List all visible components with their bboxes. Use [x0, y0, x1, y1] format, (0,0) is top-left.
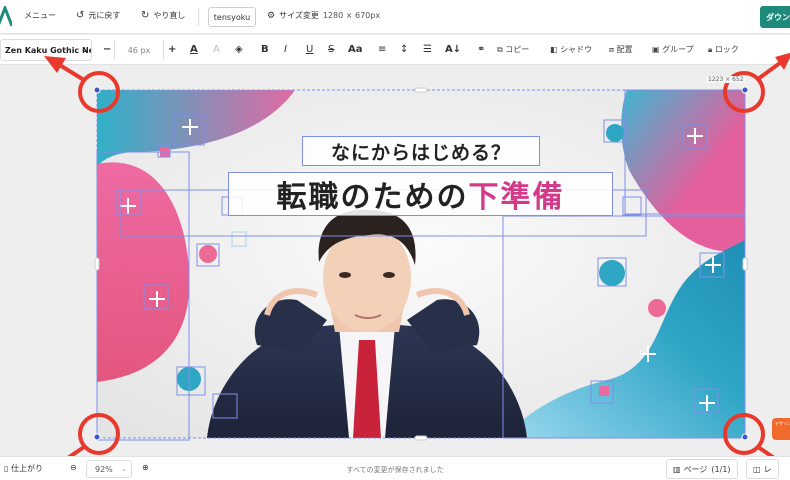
- font-family-select[interactable]: Zen Kaku Gothic Ne ⌄: [0, 39, 92, 61]
- resize-button[interactable]: ⚙ サイズ変更 1280 × 670px: [267, 10, 380, 21]
- strikethrough-icon[interactable]: S: [328, 43, 334, 57]
- chevron-down-icon: ⌄: [82, 46, 88, 54]
- fill-bucket-icon[interactable]: ◈: [235, 43, 243, 57]
- main-heading-pink: 下準備: [468, 180, 565, 215]
- link-icon[interactable]: ⚭: [477, 43, 485, 57]
- selection-size-readout: 1223 × 652: [706, 76, 746, 83]
- lock-button[interactable]: 🔒︎ ロック: [708, 44, 739, 55]
- top-bar: メニュー ↺ 元に戻す ↻ やり直し tensyoku ⚙ サイズ変更 1280…: [0, 0, 790, 34]
- redo-icon: ↻: [141, 10, 150, 21]
- subheading-text[interactable]: なにからはじめる？: [302, 136, 540, 166]
- main-heading-black: 転職のための: [276, 180, 469, 215]
- page-button[interactable]: ▥ ページ (1/1): [666, 459, 738, 479]
- italic-icon[interactable]: I: [284, 43, 287, 57]
- layers-icon: ◫: [753, 464, 761, 474]
- group-button[interactable]: ▣ グループ: [652, 44, 694, 55]
- arrange-button[interactable]: ⧈ 配置: [609, 44, 633, 55]
- list-icon[interactable]: ☰: [423, 43, 432, 57]
- shadow-button[interactable]: ◧ シャドウ: [550, 44, 592, 55]
- font-size-input[interactable]: 46 px: [114, 40, 164, 60]
- redo-button[interactable]: ↻ やり直し: [141, 10, 185, 21]
- project-name-field[interactable]: tensyoku: [208, 7, 256, 27]
- download-button[interactable]: ダウン: [760, 6, 790, 28]
- text-outline-icon[interactable]: A: [213, 43, 220, 57]
- shadow-icon: ◧: [550, 45, 558, 54]
- undo-icon: ↺: [76, 10, 85, 21]
- arrange-icon: ⧈: [609, 45, 615, 54]
- underline-icon[interactable]: U: [306, 43, 313, 57]
- letter-spacing-icon[interactable]: A↓: [445, 43, 461, 57]
- line-height-icon[interactable]: ↕: [400, 43, 408, 57]
- lock-icon: 🔒︎: [708, 45, 713, 54]
- menu-button[interactable]: メニュー: [24, 10, 56, 21]
- app-logo-icon[interactable]: [0, 6, 12, 28]
- book-icon: ▥: [673, 464, 681, 474]
- increase-size-icon[interactable]: +: [168, 43, 176, 57]
- design-badge[interactable]: デザイン: [772, 418, 790, 440]
- format-toolbar: Zen Kaku Gothic Ne ⌄ − 46 px + A A ◈ B I…: [0, 35, 790, 65]
- group-icon: ▣: [652, 45, 660, 54]
- bold-icon[interactable]: B: [261, 43, 269, 57]
- text-case-icon[interactable]: Aa: [348, 43, 363, 57]
- copy-icon: ⧉: [497, 45, 503, 54]
- divider: [198, 8, 199, 26]
- main-heading-text[interactable]: 転職のための 下準備: [228, 172, 613, 216]
- layer-button[interactable]: ◫ レ: [746, 459, 779, 479]
- copy-button[interactable]: ⧉ コピー: [497, 44, 529, 55]
- gear-icon: ⚙: [267, 10, 276, 21]
- align-center-icon[interactable]: ≡: [378, 43, 386, 57]
- undo-button[interactable]: ↺ 元に戻す: [76, 10, 120, 21]
- decrease-size-icon[interactable]: −: [103, 43, 111, 57]
- text-color-icon[interactable]: A: [190, 43, 198, 57]
- bottom-bar: ▯ 仕上がり ⊖ 92% ⌄ ⊕ すべての変更が保存されました ▥ ページ (1…: [0, 456, 790, 480]
